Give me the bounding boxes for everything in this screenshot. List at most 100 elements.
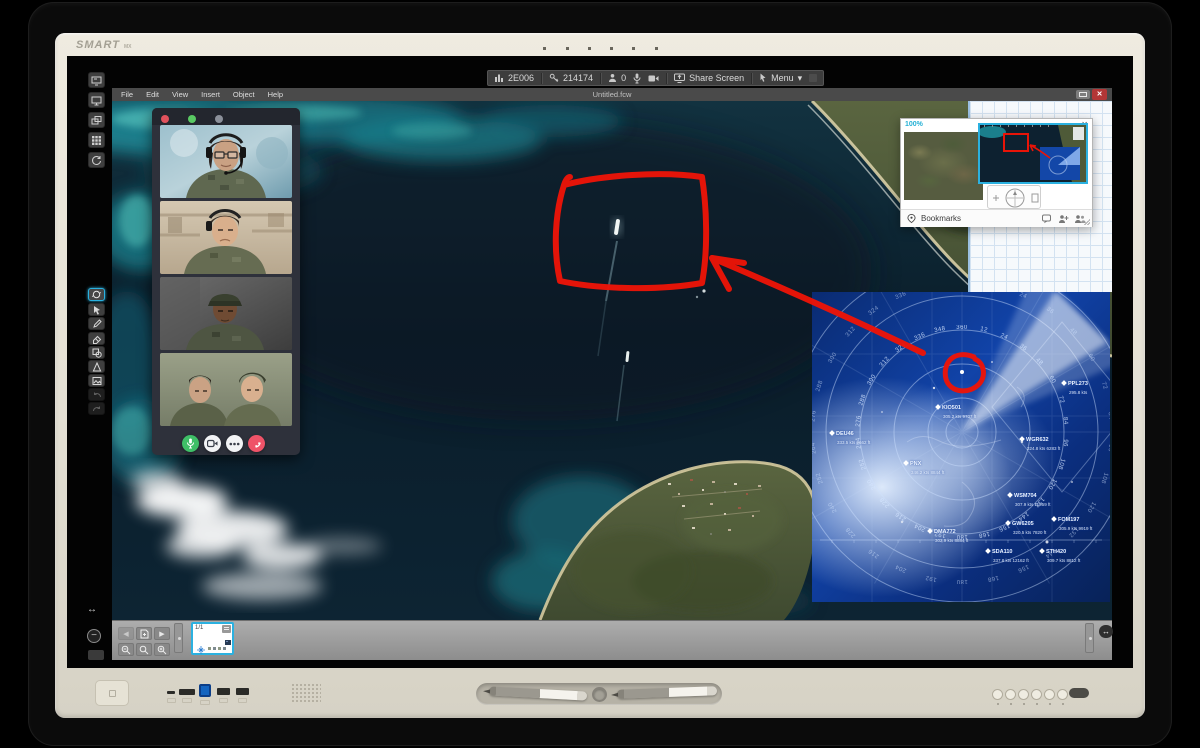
port-label <box>167 698 176 703</box>
radar-waypoint: DMA772302.9 kts 8884 ft <box>928 520 968 543</box>
pointer-tool-icon[interactable] <box>88 360 105 373</box>
sensor-dot <box>610 47 613 50</box>
undo-icon[interactable] <box>88 388 105 401</box>
toolbar-separator <box>666 73 667 84</box>
radar-waypoint: KIO501305.2 kts 9707 ft <box>936 396 976 419</box>
radar-bearing-label: 360 <box>956 325 968 331</box>
mic-button[interactable] <box>633 73 641 84</box>
speaker-grille <box>291 683 321 704</box>
zoom-out-button[interactable] <box>118 643 134 656</box>
usb-c-port <box>167 691 175 694</box>
next-page-button[interactable]: ▶ <box>154 627 170 640</box>
bookmarks-bar: Bookmarks <box>901 209 1092 227</box>
radar-waypoint: FOM197305.9 kts 9919 ft <box>1052 508 1092 531</box>
radar-bearing-label: 180 <box>956 578 968 584</box>
mic-icon <box>633 73 641 84</box>
chat-icon[interactable] <box>1042 214 1053 224</box>
pan-tool-icon[interactable] <box>88 288 105 301</box>
participants-indicator[interactable]: 0 <box>608 73 626 83</box>
sensor-dot <box>566 47 569 50</box>
usb-port <box>217 688 230 695</box>
mic-button[interactable] <box>182 435 199 452</box>
radar-bearing-label: 84 <box>1107 412 1110 420</box>
camera-icon <box>648 74 659 83</box>
zoom-reset-button[interactable] <box>136 643 152 656</box>
minimize-button[interactable] <box>1076 90 1090 99</box>
tray-button <box>592 687 607 702</box>
camera-button[interactable] <box>204 435 221 452</box>
collapse-button-left[interactable]: − <box>87 629 101 643</box>
add-person-icon[interactable] <box>1058 214 1069 224</box>
app-titlebar: Untitled.fcw File Edit View Insert Objec… <box>112 88 1112 101</box>
call-titlebar[interactable] <box>152 108 300 125</box>
radar-waypoint: PNX346.2 kts 8844 ft <box>904 452 944 475</box>
bezel-button <box>1018 689 1029 700</box>
room-button[interactable]: 2E006 <box>494 73 534 83</box>
session-toolbar: 2E006 214174 0 Share Screen Menu ▾ <box>487 70 824 86</box>
more-button[interactable] <box>226 435 243 452</box>
page-options-button[interactable] <box>222 625 231 633</box>
redo-icon[interactable] <box>88 402 105 415</box>
panel-divider-left[interactable] <box>174 623 183 653</box>
video-tile-participant-3 <box>160 277 292 350</box>
small-boat <box>696 296 698 298</box>
sensor-dot <box>632 47 635 50</box>
camera-button[interactable] <box>648 74 659 83</box>
video-tile-participant-1 <box>160 125 292 198</box>
session-id-button[interactable]: 214174 <box>549 73 593 83</box>
port-label <box>219 698 228 703</box>
whiteboard-canvas[interactable]: 1224364860728496108120132144156168180192… <box>112 101 1112 620</box>
close-dot-icon[interactable] <box>161 115 169 123</box>
select-tool-icon[interactable] <box>88 303 105 316</box>
building-icon <box>494 73 504 83</box>
viewport-preview[interactable] <box>978 123 1088 184</box>
whiteboard-icon[interactable] <box>88 72 105 88</box>
end-call-button[interactable] <box>248 435 265 452</box>
video-call-window[interactable] <box>152 108 300 455</box>
compass-control[interactable] <box>987 185 1041 209</box>
bookmarks-button[interactable]: Bookmarks <box>921 214 961 223</box>
radar-bearing-label: 84 <box>1062 417 1069 425</box>
resize-handle[interactable] <box>1084 219 1090 225</box>
refresh-icon[interactable] <box>88 152 105 168</box>
radar-waypoint: WGR632324.8 kts 6283 ft <box>1020 428 1060 451</box>
video-tile-participant-2 <box>160 201 292 274</box>
screen-share-icon <box>674 73 685 83</box>
sensor-dot <box>655 47 658 50</box>
page-bar: ◀ ▶ 1/1 ↔ <box>112 620 1112 660</box>
radar-waypoint: GW6205320.5 kts 7820 ft <box>1006 512 1046 535</box>
close-button[interactable]: ✕ <box>1092 89 1107 100</box>
eraser-tool-icon[interactable] <box>88 332 105 345</box>
toolbar-overflow-icon <box>809 74 817 82</box>
windows-icon[interactable] <box>88 112 105 128</box>
home-button <box>95 680 129 706</box>
toolbar-separator <box>751 73 752 84</box>
display-icon[interactable] <box>88 92 105 108</box>
add-page-button[interactable] <box>136 627 152 640</box>
shapes-tool-icon[interactable] <box>88 346 105 359</box>
port-label <box>182 698 192 703</box>
grid-icon[interactable] <box>88 132 105 148</box>
radar-display[interactable]: 1224364860728496108120132144156168180192… <box>812 292 1110 602</box>
menu-button[interactable]: Menu ▾ <box>759 73 802 84</box>
radar-waypoint: SDA110337.8 kts 12162 ft <box>986 540 1029 563</box>
radar-waypoint: STH420309.7 kts 8812 ft <box>1040 540 1080 563</box>
maximize-dot-icon[interactable] <box>188 115 196 123</box>
pen-tool-icon[interactable] <box>88 317 105 330</box>
page-indicator: 1/1 <box>195 625 203 631</box>
smart-board-photo: SMART MX <box>0 0 1200 748</box>
terrain-thumbnail[interactable] <box>904 132 983 200</box>
zoom-in-button[interactable] <box>154 643 170 656</box>
expand-handle-right[interactable]: ↔ <box>1099 625 1113 638</box>
image-tool-icon[interactable] <box>88 374 105 387</box>
minimize-dot-icon[interactable] <box>215 115 223 123</box>
overview-panel[interactable]: 100% ✕ <box>900 118 1093 227</box>
page-thumbnail[interactable]: 1/1 <box>191 622 234 655</box>
share-screen-button[interactable]: Share Screen <box>674 73 744 83</box>
edge-tab[interactable] <box>88 650 104 660</box>
previous-page-button[interactable]: ◀ <box>118 627 134 640</box>
panel-divider-right[interactable] <box>1085 623 1094 653</box>
expand-handle-left[interactable]: ↔ <box>87 604 97 616</box>
zoom-level: 100% <box>905 121 923 128</box>
port-label <box>238 698 247 703</box>
